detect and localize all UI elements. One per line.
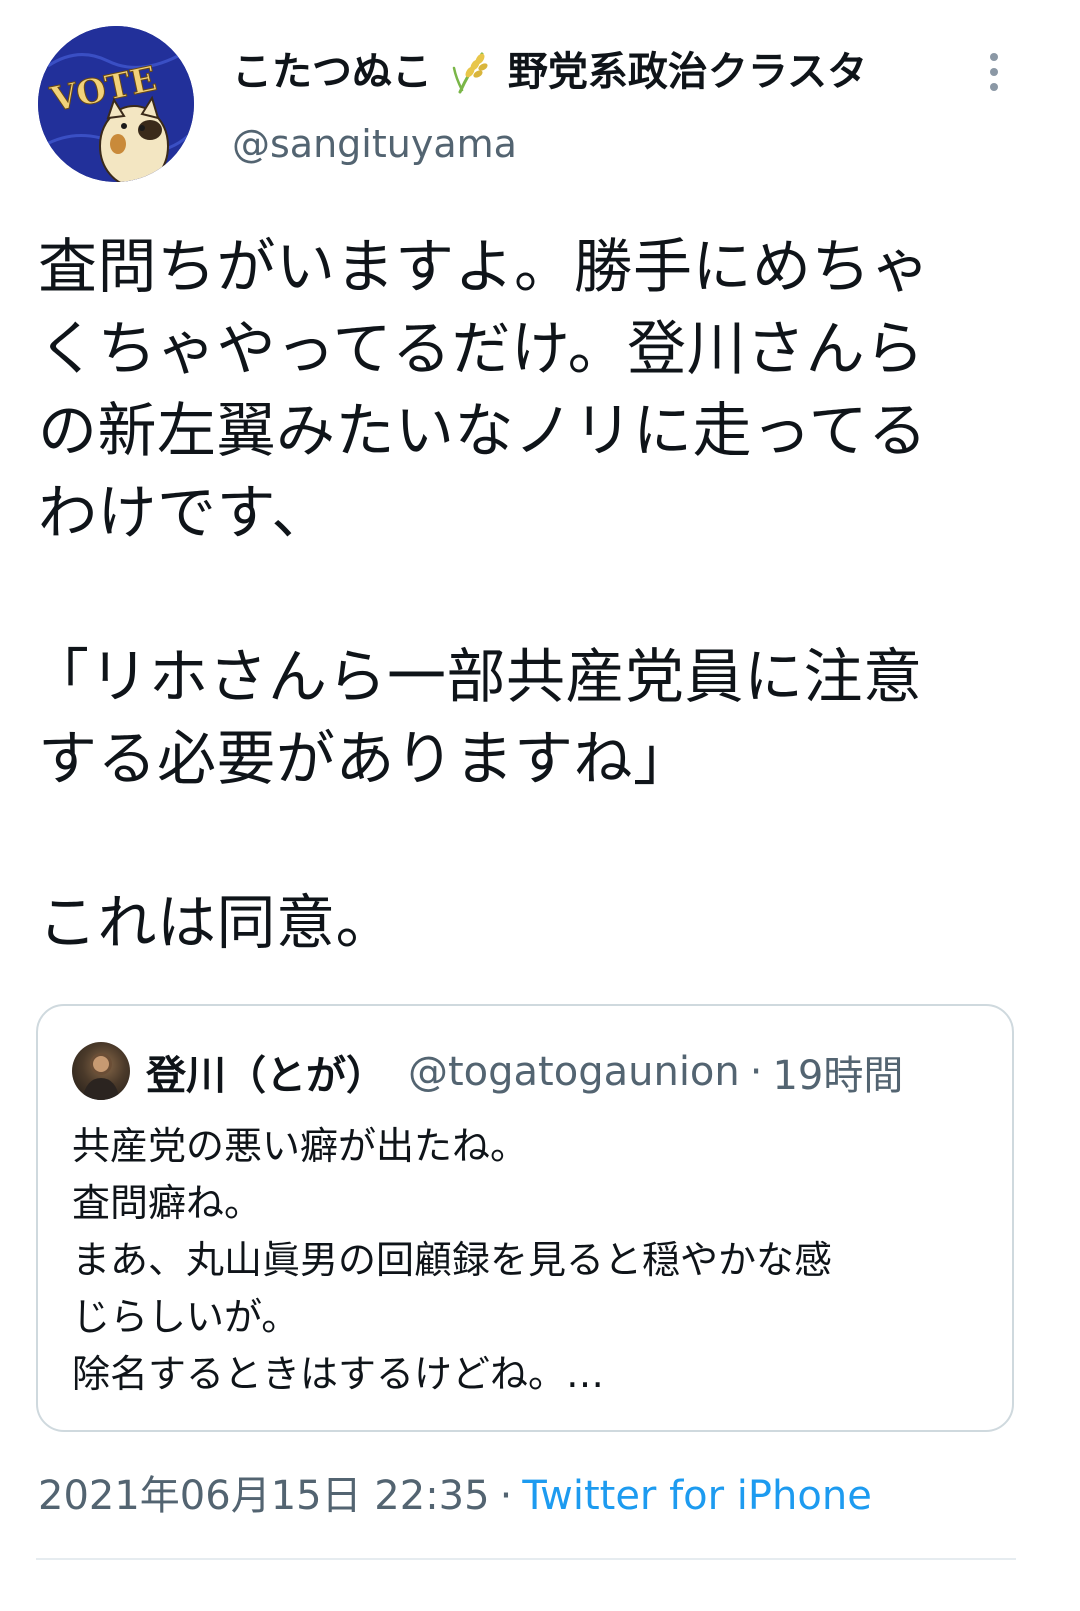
rice-plant-icon bbox=[450, 50, 490, 94]
quoted-line: 査問癖ね。 bbox=[72, 1181, 263, 1225]
quoted-author-handle: @togatogaunion bbox=[408, 1049, 740, 1095]
author-handle[interactable]: @sangituyama bbox=[232, 118, 517, 170]
quoted-author-avatar[interactable] bbox=[72, 1042, 130, 1100]
quoted-line: 共産党の悪い癖が出たね。 bbox=[72, 1124, 529, 1168]
tweet-line: くちゃやってるだけ。登川さんら bbox=[38, 314, 925, 383]
author-name: こたつぬこ bbox=[232, 49, 432, 95]
quoted-timestamp: 19時間 bbox=[772, 1053, 904, 1099]
vote-cat-artwork: VOTE bbox=[38, 26, 194, 182]
tweet-meta: 2021年06月15日 22:35 · Twitter for iPhone bbox=[38, 1468, 872, 1524]
more-options-icon[interactable] bbox=[974, 48, 1014, 96]
tweet-timestamp[interactable]: 2021年06月15日 22:35 bbox=[38, 1473, 490, 1519]
tweet-line: する必要がありますね」 bbox=[38, 724, 693, 793]
quoted-separator: · bbox=[749, 1049, 763, 1095]
tweet-line: の新左翼みたいなノリに走ってる bbox=[38, 396, 928, 465]
quoted-author-name: 登川（とが） bbox=[146, 1053, 386, 1099]
tweet-source-link[interactable]: Twitter for iPhone bbox=[522, 1473, 872, 1519]
quoted-tweet[interactable]: 登川（とが） @togatogaunion · 19時間 共産党の悪い癖が出たね… bbox=[36, 1004, 1014, 1432]
tweet-text: 査問ちがいますよ。勝手にめちゃ くちゃやってるだけ。登川さんら の新左翼みたいな… bbox=[30, 226, 1042, 964]
author-display-name[interactable]: こたつぬこ 野党系政治クラスタ bbox=[232, 42, 867, 100]
quoted-line: じらしいが。 bbox=[72, 1295, 300, 1339]
quoted-line: まあ、丸山眞男の回顧録を見ると穏やかな感 bbox=[72, 1238, 833, 1282]
tweet-detail: VOTE こたつぬこ 野党系政治クラスタ @sangituyama 査問ちがいま… bbox=[0, 0, 1080, 1611]
divider bbox=[36, 1558, 1016, 1560]
quoted-tweet-header: 登川（とが） @togatogaunion · 19時間 bbox=[146, 1042, 903, 1102]
meta-separator: · bbox=[499, 1473, 513, 1519]
quoted-line: 除名するときはするけどね。… bbox=[72, 1352, 605, 1396]
tweet-line: これは同意。 bbox=[38, 888, 396, 957]
author-avatar[interactable]: VOTE bbox=[38, 26, 194, 182]
quoted-tweet-text: 共産党の悪い癖が出たね。 査問癖ね。 まあ、丸山眞男の回顧録を見ると穏やかな感 … bbox=[72, 1118, 992, 1403]
tweet-line: 査問ちがいますよ。勝手にめちゃ bbox=[38, 232, 931, 301]
tweet-line: わけです、 bbox=[38, 478, 331, 547]
author-name-suffix: 野党系政治クラスタ bbox=[507, 49, 868, 95]
tweet-line: 「リホさんら一部共産党員に注意 bbox=[30, 642, 923, 711]
